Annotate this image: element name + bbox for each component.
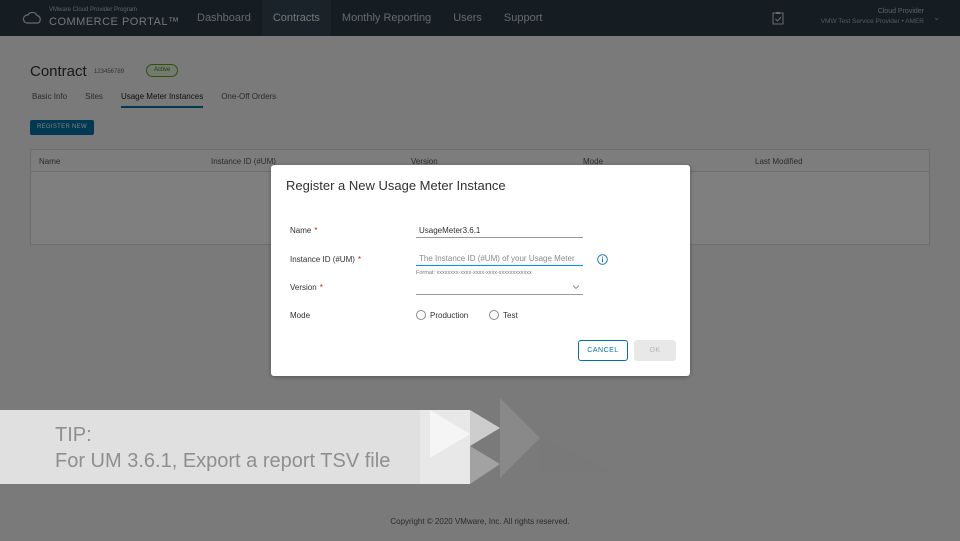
- mode-production-radio[interactable]: Production: [416, 310, 468, 320]
- ok-button[interactable]: OK: [634, 340, 676, 361]
- tip-text: For UM 3.6.1, Export a report TSV file: [55, 450, 391, 472]
- name-input[interactable]: [416, 224, 583, 238]
- register-usage-meter-dialog: Register a New Usage Meter Instance Name…: [271, 165, 690, 376]
- version-select[interactable]: [416, 281, 583, 295]
- dialog-title: Register a New Usage Meter Instance: [286, 178, 506, 193]
- mode-test-label: Test: [503, 310, 518, 320]
- mode-label: Mode: [290, 311, 311, 320]
- instance-id-label: Instance ID (#UM) *: [290, 255, 362, 264]
- instance-id-input[interactable]: [416, 252, 583, 266]
- radio-circle[interactable]: [489, 310, 499, 320]
- version-label: Version *: [290, 283, 323, 292]
- mode-production-label: Production: [430, 310, 469, 320]
- info-icon[interactable]: [597, 254, 608, 265]
- mode-test-radio[interactable]: Test: [489, 310, 518, 320]
- name-label: Name *: [290, 226, 318, 235]
- radio-circle[interactable]: [416, 310, 426, 320]
- decorative-triangles: [420, 398, 610, 484]
- tip-banner: TIP: For UM 3.6.1, Export a report TSV f…: [0, 398, 960, 484]
- cancel-button[interactable]: CANCEL: [578, 340, 628, 361]
- chevron-down-icon: [572, 285, 580, 290]
- tip-label: TIP:: [55, 424, 92, 446]
- instance-id-format-hint: Format: xxxxxxxx-xxxx-xxxx-xxxx-xxxxxxxx…: [416, 270, 532, 276]
